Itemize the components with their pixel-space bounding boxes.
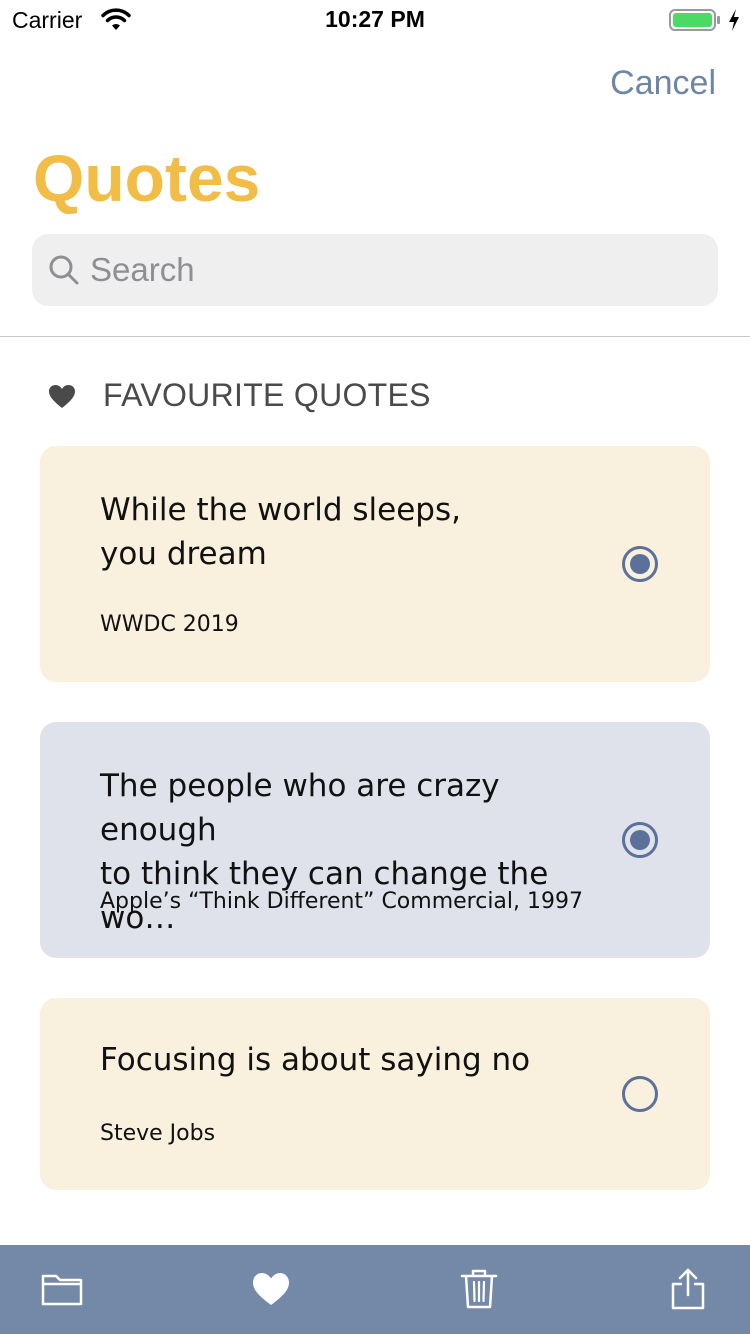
- folder-icon[interactable]: [38, 1265, 86, 1313]
- charging-bolt-icon: [729, 9, 739, 31]
- quote-card[interactable]: While the world sleeps, you dream WWDC 2…: [40, 446, 710, 682]
- trash-icon[interactable]: [455, 1265, 503, 1313]
- quote-card[interactable]: The people who are crazy enough to think…: [40, 722, 710, 958]
- header-divider: [0, 336, 750, 337]
- battery-icon: [669, 9, 720, 31]
- quote-source: WWDC 2019: [100, 612, 239, 637]
- quote-text: While the world sleeps, you dream: [100, 492, 461, 572]
- heart-icon[interactable]: [247, 1265, 295, 1313]
- share-icon[interactable]: [664, 1265, 712, 1313]
- quote-select-radio[interactable]: [622, 822, 658, 858]
- quote-source: Apple’s “Think Different” Commercial, 19…: [100, 889, 584, 914]
- heart-icon: [49, 385, 75, 408]
- search-icon: [49, 255, 79, 285]
- bottom-toolbar: [0, 1245, 750, 1334]
- search-input[interactable]: [90, 234, 700, 306]
- section-header-favourite-quotes: FAVOURITE QUOTES: [103, 377, 431, 413]
- status-bar: Carrier 10:27 PM: [0, 0, 750, 40]
- page-title: Quotes: [33, 141, 261, 215]
- quote-source: Steve Jobs: [100, 1121, 216, 1146]
- search-field[interactable]: [32, 234, 718, 306]
- clock-label: 10:27 PM: [325, 6, 425, 32]
- quote-text: Focusing is about saying no: [100, 1042, 531, 1078]
- quote-card[interactable]: Focusing is about saying no Steve Jobs: [40, 998, 710, 1190]
- cancel-button[interactable]: Cancel: [610, 64, 716, 103]
- quote-select-radio[interactable]: [622, 546, 658, 582]
- quote-select-radio[interactable]: [622, 1076, 658, 1112]
